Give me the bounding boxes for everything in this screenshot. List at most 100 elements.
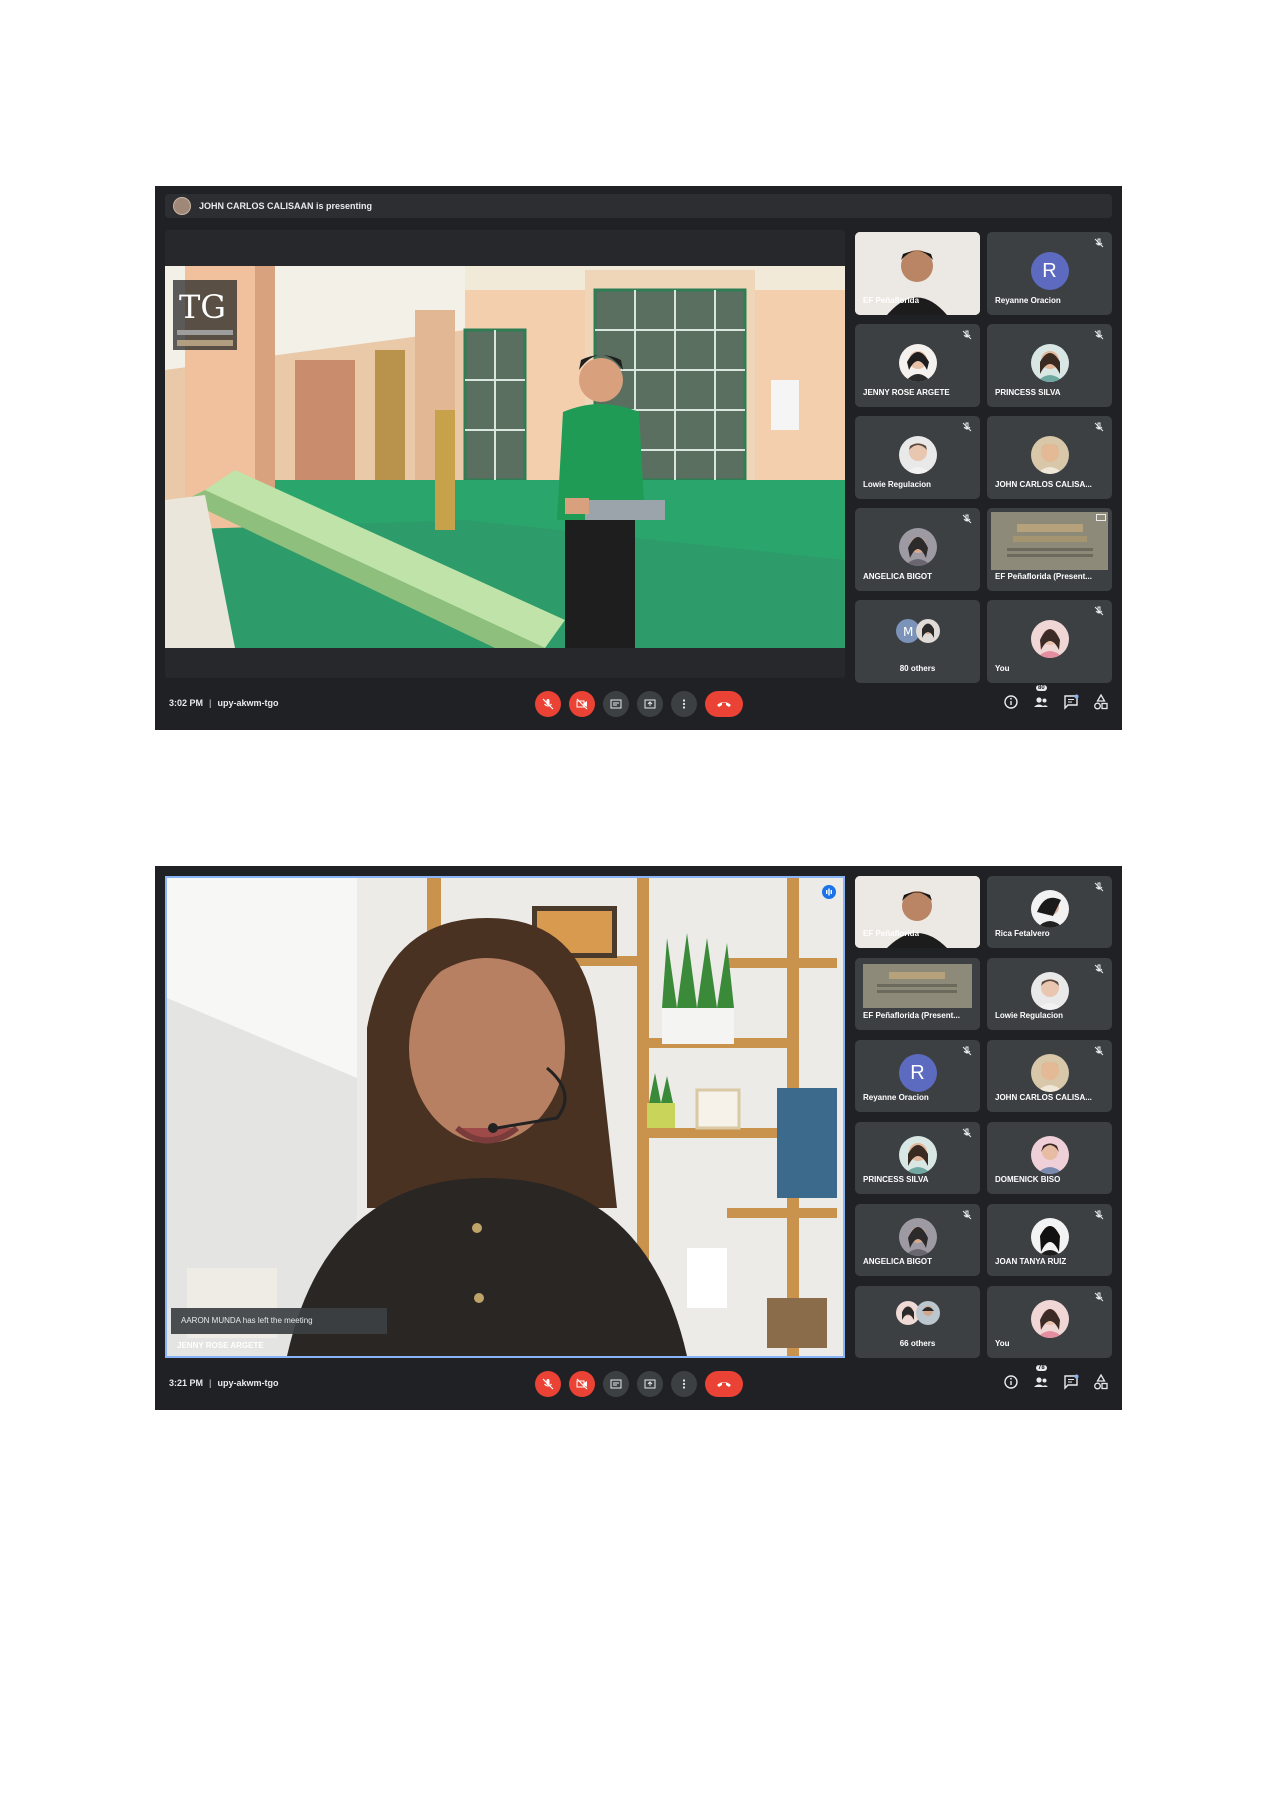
activities-button[interactable]	[1092, 1373, 1110, 1391]
participant-name: Lowie Regulacion	[863, 480, 932, 489]
mic-off-icon	[962, 514, 972, 524]
participant-name: Reyanne Oracion	[863, 1093, 929, 1102]
active-speaker-video	[167, 878, 843, 1356]
mic-off-icon	[962, 1210, 972, 1220]
camera-toggle-button[interactable]	[569, 691, 595, 717]
present-screen-icon	[644, 699, 656, 709]
participant-tile[interactable]: Lowie Regulacion	[987, 958, 1112, 1030]
participant-tile[interactable]: EF Peñaflorida	[855, 232, 980, 315]
chat-button[interactable]	[1062, 693, 1080, 711]
participant-tile-presentation[interactable]: EF Peñaflorida (Present...	[987, 508, 1112, 591]
meeting-details-button[interactable]	[1002, 1373, 1020, 1391]
others-avatars-icon: M	[896, 619, 940, 643]
others-avatars-icon	[896, 1301, 940, 1325]
presenting-banner: JOHN CARLOS CALISAAN is presenting	[165, 194, 1112, 218]
participant-tile[interactable]: JOAN TANYA RUIZ	[987, 1204, 1112, 1276]
profile-photo	[1030, 1218, 1069, 1256]
chat-button[interactable]	[1062, 1373, 1080, 1391]
participant-tile[interactable]: EF Peñaflorida	[855, 876, 980, 948]
mic-off-icon	[1094, 1292, 1104, 1302]
captions-button[interactable]	[603, 691, 629, 717]
participant-name: EF Peñaflorida	[863, 296, 920, 305]
speaker-name: JENNY ROSE ARGETE	[177, 1341, 264, 1350]
participant-tile[interactable]: R Reyanne Oracion	[987, 232, 1112, 315]
mic-off-icon	[1094, 1046, 1104, 1056]
participant-tile[interactable]: PRINCESS SILVA	[987, 324, 1112, 407]
present-now-button[interactable]	[637, 1371, 663, 1397]
captions-icon	[610, 1379, 622, 1389]
activities-button[interactable]	[1092, 693, 1110, 711]
captions-button[interactable]	[603, 1371, 629, 1397]
meet-window-speaker: AARON MUNDA has left the meeting JENNY R…	[155, 866, 1122, 1410]
call-controls	[535, 691, 743, 717]
mic-off-icon	[1094, 330, 1104, 340]
participant-tile[interactable]: JOHN CARLOS CALISA...	[987, 1040, 1112, 1112]
more-options-button[interactable]	[671, 691, 697, 717]
microphone-toggle-button[interactable]	[535, 1371, 561, 1397]
meet-window-presenting: JOHN CARLOS CALISAAN is presenting TG EF…	[155, 186, 1122, 730]
participant-tile[interactable]: Lowie Regulacion	[855, 416, 980, 499]
participant-tile[interactable]: ANGELICA BIGOT	[855, 508, 980, 591]
mic-off-icon	[1094, 422, 1104, 432]
present-screen-icon	[1096, 514, 1106, 521]
participant-name: DOMENICK BISO	[995, 1175, 1061, 1184]
self-tile[interactable]: You	[987, 1286, 1112, 1358]
mic-off-icon	[1094, 964, 1104, 974]
camera-off-icon	[576, 698, 588, 710]
chat-icon	[1064, 694, 1079, 710]
participant-tile-presentation[interactable]: EF Peñaflorida (Present...	[855, 958, 980, 1030]
chat-icon	[1064, 1374, 1079, 1390]
presenting-text: JOHN CARLOS CALISAAN is presenting	[199, 201, 373, 211]
people-button[interactable]: 80	[1032, 685, 1050, 711]
participant-tile[interactable]: JENNY ROSE ARGETE	[855, 324, 980, 407]
mic-off-icon	[962, 422, 972, 432]
participant-name: JENNY ROSE ARGETE	[863, 388, 950, 397]
others-tile[interactable]: 66 others	[855, 1286, 980, 1358]
side-controls: 78	[1002, 1365, 1110, 1391]
participant-tile[interactable]: PRINCESS SILVA	[855, 1122, 980, 1194]
hang-up-icon	[717, 1382, 731, 1387]
active-speaker-stage[interactable]: AARON MUNDA has left the meeting JENNY R…	[165, 876, 845, 1358]
profile-photo	[1030, 620, 1069, 658]
people-icon	[1034, 1377, 1048, 1387]
others-count: 80 others	[899, 664, 936, 673]
participant-name: You	[995, 1339, 1010, 1348]
people-button[interactable]: 78	[1032, 1365, 1050, 1391]
current-time: 3:21 PM	[169, 1378, 204, 1388]
participant-tile[interactable]: JOHN CARLOS CALISA...	[987, 416, 1112, 499]
bottom-toolbar: 3:21 PM | upy-akwm-tgo 78	[155, 1360, 1122, 1410]
participant-name: Reyanne Oracion	[995, 296, 1061, 305]
participant-tile[interactable]: Rica Fetalvero	[987, 876, 1112, 948]
bottom-toolbar: 3:02 PM | upy-akwm-tgo 80	[155, 680, 1122, 730]
participant-tile[interactable]: DOMENICK BISO	[987, 1122, 1112, 1194]
camera-off-icon	[576, 1378, 588, 1390]
meeting-details-button[interactable]	[1002, 693, 1020, 711]
profile-photo	[1030, 890, 1069, 928]
meeting-info: 3:21 PM | upy-akwm-tgo	[169, 1378, 279, 1388]
info-icon	[1004, 695, 1018, 709]
participant-name: JOHN CARLOS CALISA...	[995, 1093, 1092, 1102]
current-time: 3:02 PM	[169, 698, 204, 708]
participant-tile[interactable]: ANGELICA BIGOT	[855, 1204, 980, 1276]
profile-photo	[898, 436, 937, 474]
participant-tile[interactable]: R Reyanne Oracion	[855, 1040, 980, 1112]
meeting-notification: AARON MUNDA has left the meeting	[171, 1308, 387, 1334]
participant-name: ANGELICA BIGOT	[863, 572, 933, 581]
presentation-stage[interactable]: TG	[165, 230, 845, 678]
participant-name: ANGELICA BIGOT	[863, 1257, 933, 1266]
present-now-button[interactable]	[637, 691, 663, 717]
mic-off-icon	[962, 1046, 972, 1056]
participant-name: You	[995, 664, 1010, 673]
profile-photo	[898, 344, 937, 382]
activities-icon	[1094, 1373, 1108, 1390]
camera-toggle-button[interactable]	[569, 1371, 595, 1397]
leave-call-button[interactable]	[705, 691, 743, 717]
tg-logo-text: TG	[179, 288, 226, 326]
microphone-toggle-button[interactable]	[535, 691, 561, 717]
tg-logo: TG	[173, 280, 237, 350]
leave-call-button[interactable]	[705, 1371, 743, 1397]
more-options-button[interactable]	[671, 1371, 697, 1397]
captions-icon	[610, 699, 622, 709]
self-tile[interactable]: You	[987, 600, 1112, 683]
others-tile[interactable]: M 80 others	[855, 600, 980, 683]
